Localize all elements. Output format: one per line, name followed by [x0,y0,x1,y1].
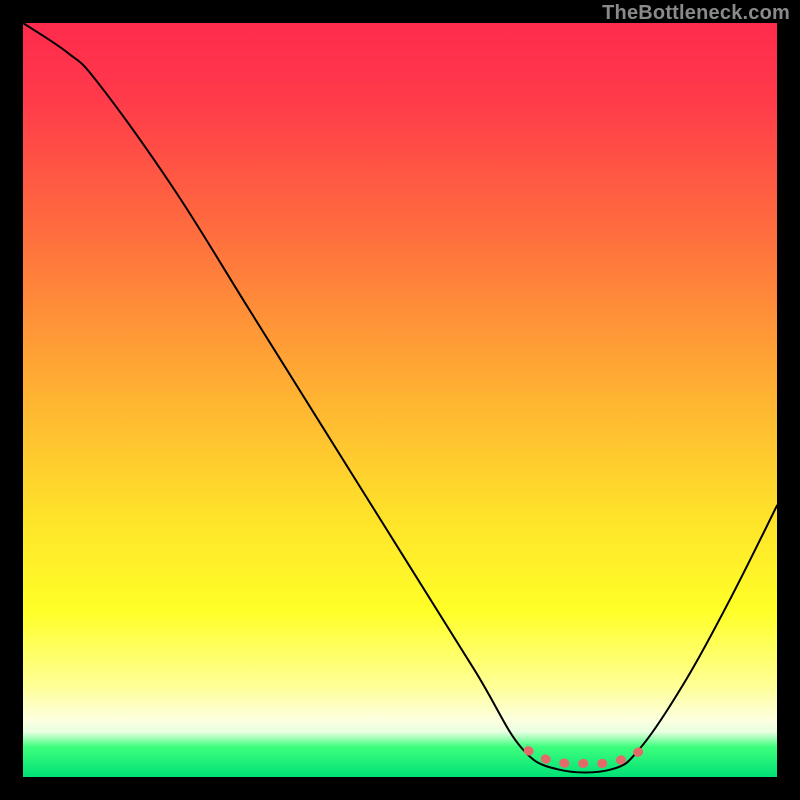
trough-marker [528,751,641,764]
chart-area [23,23,777,777]
bottleneck-curve [23,23,777,773]
chart-svg [23,23,777,777]
watermark-text: TheBottleneck.com [602,2,790,25]
